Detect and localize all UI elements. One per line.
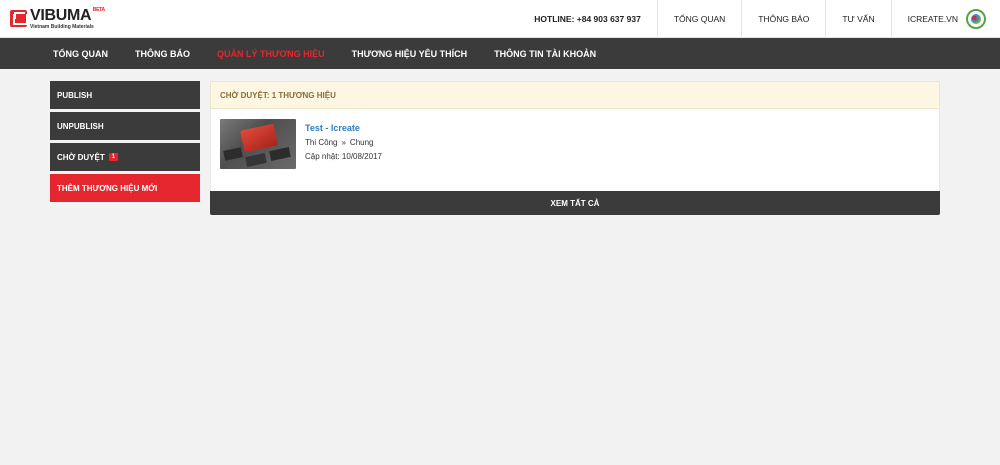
breadcrumb-separator: »: [341, 138, 346, 147]
list-item: Test - Icreate Thi Công» Chung Cập nhật: …: [210, 109, 940, 191]
updated-date: Cập nhật: 10/08/2017: [305, 152, 382, 161]
content-area: PUBLISH UNPUBLISH CHỜ DUYỆT 1 THÊM THƯƠN…: [0, 69, 1000, 215]
sidebar-item-label: CHỜ DUYỆT: [57, 152, 105, 162]
hotline-text: HOTLINE: +84 903 637 937: [534, 13, 641, 24]
top-right-menu: HOTLINE: +84 903 637 937 TỔNG QUAN THÔNG…: [518, 0, 1000, 37]
add-brand-button[interactable]: THÊM THƯƠNG HIỆU MỚI: [50, 174, 200, 202]
user-name: ICREATE.VN: [907, 13, 958, 24]
top-link-consulting[interactable]: TƯ VẤN: [825, 0, 890, 37]
brand-info: Test - Icreate Thi Công» Chung Cập nhật: …: [305, 119, 382, 181]
pending-panel: CHỜ DUYỆT: 1 THƯƠNG HIỆU Test - Icreate …: [210, 81, 940, 215]
top-link-notifications[interactable]: THÔNG BÁO: [741, 0, 825, 37]
subcategory-label: Chung: [349, 138, 374, 147]
nav-item-notifications[interactable]: THÔNG BÁO: [135, 49, 190, 59]
home-logo-icon: [10, 10, 28, 27]
top-link-overview[interactable]: TỔNG QUAN: [656, 0, 741, 37]
brand-category: Thi Công» Chung: [305, 138, 382, 147]
sidebar-item-unpublish[interactable]: UNPUBLISH: [50, 112, 200, 140]
brand-name: VIBUMA BETA: [30, 6, 105, 24]
main-nav: TỔNG QUAN THÔNG BÁO QUẢN LÝ THƯƠNG HIỆU …: [0, 38, 1000, 69]
nav-item-account-info[interactable]: THÔNG TIN TÀI KHOẢN: [494, 49, 596, 59]
user-menu[interactable]: ICREATE.VN: [890, 0, 1000, 37]
keyboard-key-image: [240, 123, 278, 153]
pending-count-badge: 1: [108, 153, 119, 161]
sidebar-item-publish[interactable]: PUBLISH: [50, 81, 200, 109]
nav-item-brand-management[interactable]: QUẢN LÝ THƯƠNG HIỆU: [217, 49, 325, 59]
brand-title-link[interactable]: Test - Icreate: [305, 123, 382, 133]
top-bar: VIBUMA BETA Vietnam Building Materials HO…: [0, 0, 1000, 38]
brand-thumbnail[interactable]: [220, 119, 296, 169]
brand-tagline: Vietnam Building Materials: [30, 23, 94, 30]
avatar-logo-icon: [971, 13, 981, 24]
nav-item-overview[interactable]: TỔNG QUAN: [53, 49, 108, 59]
view-all-button[interactable]: XEM TẤT CẢ: [210, 191, 940, 215]
panel-header: CHỜ DUYỆT: 1 THƯƠNG HIỆU: [210, 81, 940, 109]
sidebar: PUBLISH UNPUBLISH CHỜ DUYỆT 1 THÊM THƯƠN…: [50, 81, 200, 215]
beta-badge: BETA: [92, 6, 105, 13]
sidebar-item-pending[interactable]: CHỜ DUYỆT 1: [50, 143, 200, 171]
avatar: [966, 8, 986, 29]
category-label: Thi Công: [305, 138, 338, 147]
nav-item-favorite-brands[interactable]: THƯƠNG HIỆU YÊU THÍCH: [352, 49, 467, 59]
brand-logo[interactable]: VIBUMA BETA Vietnam Building Materials: [0, 0, 300, 37]
